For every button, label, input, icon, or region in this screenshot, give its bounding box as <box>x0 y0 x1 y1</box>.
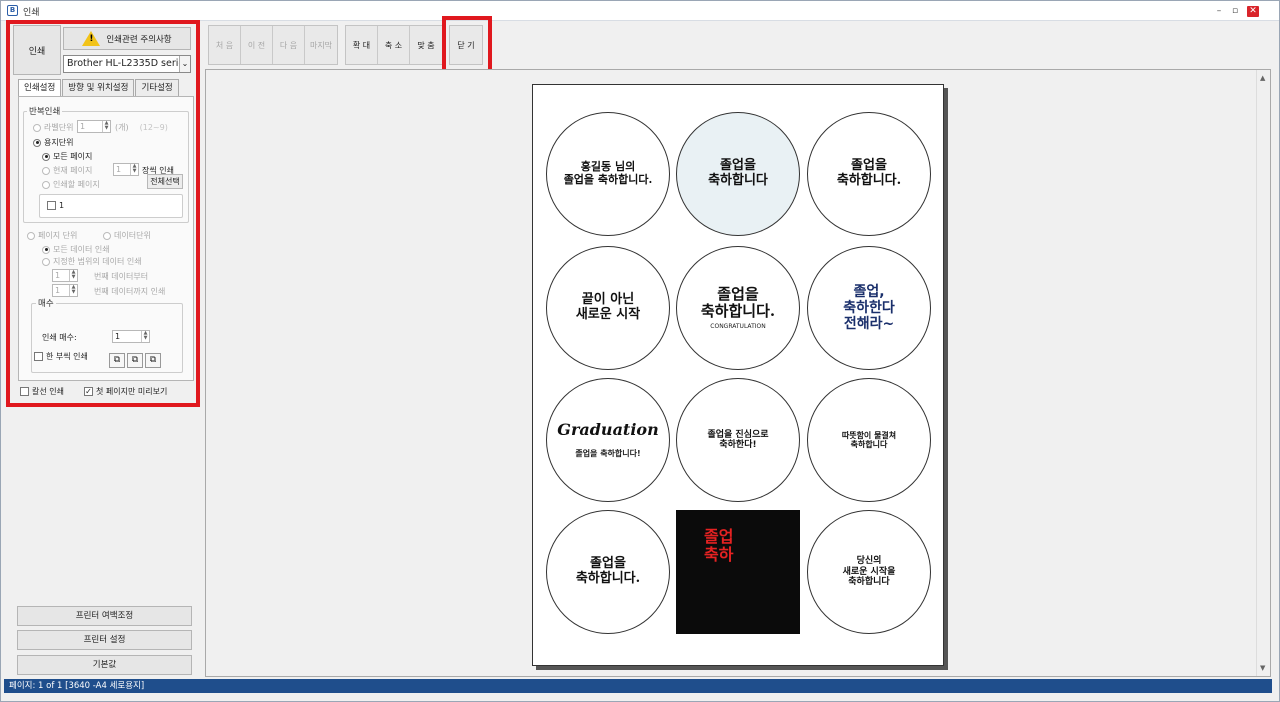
sticker-5-subtext: CONGRATULATION <box>710 323 766 331</box>
sticker-10-text: 졸업을 축하합니다. <box>575 556 641 586</box>
zoom-in-button[interactable]: 확 대 <box>346 26 378 64</box>
highlight-box-settings <box>6 20 200 407</box>
sticker-6-text: 졸업, 축하한다 전해라~ <box>843 283 895 333</box>
minimize-button[interactable]: – <box>1213 6 1225 17</box>
scroll-down-icon[interactable]: ▼ <box>1260 664 1265 672</box>
sticker-7: Graduation 졸업을 축하합니다! <box>546 378 670 502</box>
sticker-5-text: 졸업을 축하합니다. <box>700 284 776 320</box>
printer-settings-button[interactable]: 프린터 설정 <box>17 630 192 650</box>
sticker-4: 끝이 아닌 새로운 시작 <box>546 246 670 370</box>
scroll-up-icon[interactable]: ▲ <box>1260 74 1265 82</box>
sticker-7-text: Graduation <box>557 420 659 440</box>
sticker-1-text: 홍길동 님의 졸업을 축하합니다. <box>563 160 653 186</box>
prev-page-button[interactable]: 이 전 <box>241 26 273 64</box>
fit-button[interactable]: 맞 춤 <box>410 26 442 64</box>
last-page-button[interactable]: 마지막 <box>305 26 337 64</box>
sticker-5: 졸업을 축하합니다. CONGRATULATION <box>676 246 800 370</box>
app-icon: B <box>7 5 18 16</box>
sticker-11-text: 졸업 축하 <box>704 527 734 565</box>
sticker-12: 당신의 새로운 시작을 축하합니다 <box>807 510 931 634</box>
sticker-12-text: 당신의 새로운 시작을 축하합니다 <box>842 556 896 588</box>
next-page-button[interactable]: 다 음 <box>273 26 305 64</box>
sticker-8-text: 졸업을 진심으로 축하한다! <box>707 429 769 450</box>
print-window: B 인쇄 – ▫ ✕ 인쇄 인쇄관련 주의사항 Brother HL-L2335… <box>0 0 1280 702</box>
a4-page: 홍길동 님의 졸업을 축하합니다. 졸업을 축하합니다 졸업을 축하합니다. 끝… <box>532 84 944 666</box>
page-nav-toolbar: 처 음 이 전 다 음 마지막 <box>208 25 338 65</box>
restore-button[interactable]: ▫ <box>1229 6 1241 17</box>
sticker-3: 졸업을 축하합니다. <box>807 112 931 236</box>
highlight-box-close <box>442 16 492 76</box>
vertical-scrollbar[interactable]: ▲ ▼ <box>1256 70 1270 676</box>
sticker-1: 홍길동 님의 졸업을 축하합니다. <box>546 112 670 236</box>
sticker-10: 졸업을 축하합니다. <box>546 510 670 634</box>
sticker-8: 졸업을 진심으로 축하한다! <box>676 378 800 502</box>
print-preview-area[interactable]: 홍길동 님의 졸업을 축하합니다. 졸업을 축하합니다 졸업을 축하합니다. 끝… <box>205 69 1271 677</box>
zoom-toolbar: 확 대 축 소 맞 춤 <box>345 25 443 65</box>
sticker-6: 졸업, 축하한다 전해라~ <box>807 246 931 370</box>
sticker-9: 따뜻함이 물결쳐 축하합니다 <box>807 378 931 502</box>
sticker-3-text: 졸업을 축하합니다. <box>836 158 902 188</box>
sticker-2: 졸업을 축하합니다 <box>676 112 800 236</box>
first-page-button[interactable]: 처 음 <box>209 26 241 64</box>
window-title: 인쇄 <box>23 8 40 18</box>
printer-margin-button[interactable]: 프린터 여백조정 <box>17 606 192 626</box>
sticker-7-subtext: 졸업을 축하합니다! <box>575 448 641 458</box>
title-bar: B 인쇄 – ▫ ✕ <box>1 1 1279 21</box>
defaults-button[interactable]: 기본값 <box>17 655 192 675</box>
sticker-9-text: 따뜻함이 물결쳐 축하합니다 <box>841 429 897 449</box>
status-bar: 페이지: 1 of 1 [3640 -A4 세로용지] <box>4 679 1272 693</box>
sticker-4-text: 끝이 아닌 새로운 시작 <box>575 292 641 322</box>
close-window-button[interactable]: ✕ <box>1247 6 1259 17</box>
zoom-out-button[interactable]: 축 소 <box>378 26 410 64</box>
sticker-11: 졸업 축하 <box>676 510 800 634</box>
sticker-2-text: 졸업을 축하합니다 <box>708 158 768 188</box>
